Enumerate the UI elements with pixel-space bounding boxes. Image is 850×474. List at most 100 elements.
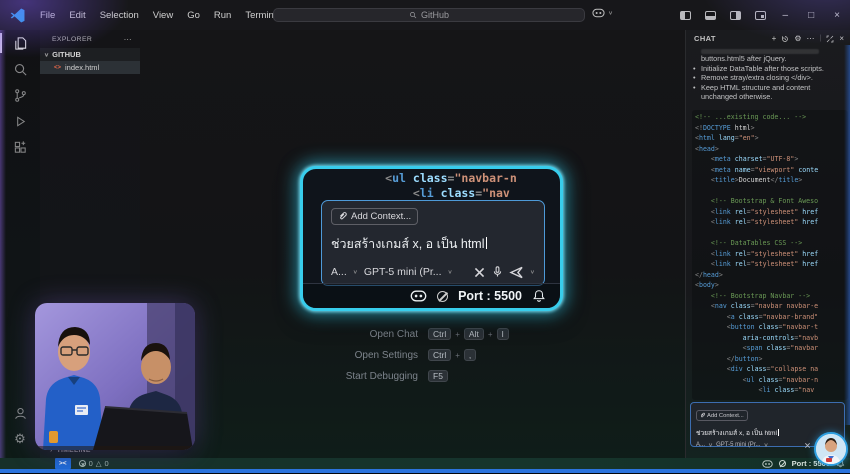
minimize-button[interactable]: – <box>773 10 799 21</box>
key-chip: Ctrl <box>428 328 451 340</box>
code-line: <meta charset="UTF-8"> <box>695 154 848 165</box>
run-debug-icon[interactable] <box>0 108 40 134</box>
magnified-code: <ul class="navbar-n <li class="nav <box>309 171 556 203</box>
search-input[interactable]: GitHub <box>273 8 585 22</box>
code-line <box>695 228 848 239</box>
code-line: <a class="navbar-brand" <box>695 312 848 323</box>
menu-file[interactable]: File <box>33 10 62 21</box>
new-chat-icon[interactable]: + <box>772 34 777 43</box>
errors-icon <box>79 460 86 467</box>
magnified-chat-input[interactable]: Add Context... ช่วยสร้างเกมส์ x, อ เป็น … <box>321 200 545 286</box>
chevron-down-icon: ∨ <box>353 269 358 275</box>
copilot-menu-button[interactable]: ∨ <box>592 8 613 18</box>
chat-message-input[interactable]: ช่วยสร้างเกมส์ x, อ เป็น html <box>331 234 535 254</box>
menu-edit[interactable]: Edit <box>62 10 92 21</box>
remote-indicator[interactable]: >< <box>55 458 71 469</box>
code-line: <span class="navbar <box>695 343 848 354</box>
text-caret <box>778 429 779 436</box>
add-context-button[interactable]: Add Context... <box>696 410 748 421</box>
extensions-icon[interactable] <box>0 134 40 160</box>
account-icon[interactable] <box>0 400 40 426</box>
chat-message-input[interactable]: ช่วยสร้างเกมส์ x, อ เป็น html <box>696 427 839 438</box>
tools-icon[interactable] <box>473 266 486 279</box>
add-context-label: Add Context... <box>351 211 411 222</box>
toggle-secondary-sidebar-icon[interactable] <box>730 11 741 20</box>
code-line: <body> <box>695 280 848 291</box>
model-picker[interactable]: GPT-5 mini (Pr... <box>364 266 442 278</box>
code-line: aria-controls="navb <box>695 333 848 344</box>
shortcut-label: Open Settings <box>290 350 418 361</box>
chevron-down-icon: ∨ <box>44 51 49 57</box>
menu-selection[interactable]: Selection <box>93 10 146 21</box>
history-icon[interactable] <box>781 35 789 43</box>
zoom-spotlight-overlay: <ul class="navbar-n <li class="nav Add C… <box>300 166 563 311</box>
file-label: index.html <box>65 63 99 72</box>
search-label: GitHub <box>421 10 449 20</box>
code-line: <ul class="navbar-n <box>695 375 848 386</box>
maximize-button[interactable]: □ <box>798 10 824 21</box>
code-line <box>695 186 848 197</box>
add-context-label: Add Context... <box>707 413 744 419</box>
mode-picker[interactable]: A... <box>696 442 705 448</box>
chat-bullet-item: buttons.html5 after jQuery. <box>693 54 846 64</box>
presenters-video <box>35 303 195 450</box>
shortcut-label: Start Debugging <box>290 371 418 382</box>
code-line: </button> <box>695 354 848 365</box>
chat-settings-gear-icon[interactable]: ⚙ <box>794 34 801 43</box>
add-context-button[interactable]: Add Context... <box>331 208 418 225</box>
key-chip: F5 <box>428 370 448 382</box>
menu-go[interactable]: Go <box>180 10 207 21</box>
open-in-editor-icon[interactable] <box>826 35 834 43</box>
code-line: <li class="nav <box>309 186 556 201</box>
titlebar: FileEditSelectionViewGoRunTerminalHelp ←… <box>0 0 850 30</box>
search-sidebar-icon[interactable] <box>0 56 40 82</box>
plus-separator: + <box>455 351 460 360</box>
mic-icon[interactable] <box>492 265 503 279</box>
mode-picker[interactable]: A... <box>331 266 347 278</box>
file-index-html[interactable]: <> index.html <box>40 61 140 74</box>
text-caret <box>486 237 487 250</box>
explorer-title: EXPLORER <box>52 36 92 43</box>
folder-github[interactable]: ∨ GITHUB <box>40 48 140 61</box>
copilot-status-icon <box>410 290 427 302</box>
customize-layout-icon[interactable] <box>755 11 766 20</box>
settings-gear-icon[interactable]: ⚙ <box>0 426 40 452</box>
explorer-icon[interactable] <box>0 30 40 56</box>
presenter-avatar <box>814 432 848 466</box>
code-line: <button class="navbar-t <box>695 322 848 333</box>
toggle-sidebar-icon[interactable] <box>680 11 691 20</box>
source-control-icon[interactable] <box>0 82 40 108</box>
key-chip: Alt <box>464 328 484 340</box>
chat-panel-title: CHAT <box>694 34 772 43</box>
copilot-status-icon[interactable] <box>762 460 773 468</box>
code-line: <!-- ...existing code... --> <box>695 112 848 123</box>
code-line: <html lang="en"> <box>695 133 848 144</box>
vscode-logo-icon <box>10 8 25 23</box>
toggle-panel-icon[interactable] <box>705 11 716 20</box>
more-actions-icon[interactable]: ⋯ <box>807 34 815 43</box>
chat-bullet-item: •Keep HTML structure and content unchang… <box>693 83 846 102</box>
code-line: <!-- Bootstrap Navbar --> <box>695 291 848 302</box>
code-line: <head> <box>695 144 848 155</box>
search-icon <box>409 11 417 19</box>
model-picker[interactable]: GPT-5 mini (Pr... <box>716 442 760 448</box>
menu-run[interactable]: Run <box>207 10 238 21</box>
watermark-shortcut: Start Debugging F5 <box>290 370 560 382</box>
status-bar: >< 0 △ 0 Port : 5500 <box>0 458 850 469</box>
menu-view[interactable]: View <box>146 10 180 21</box>
code-line: <title>Document</title> <box>695 175 848 186</box>
tools-icon[interactable] <box>804 442 811 449</box>
code-line: <link rel="stylesheet" href <box>695 259 848 270</box>
live-server-port: Port : 5500 <box>458 289 522 303</box>
problems-indicator[interactable]: 0 △ 0 <box>79 459 109 468</box>
close-panel-icon[interactable]: × <box>839 34 844 43</box>
chevron-down-icon: ∨ <box>708 442 713 448</box>
close-button[interactable]: × <box>824 10 850 21</box>
explorer-actions-icon[interactable]: ⋯ <box>124 35 132 44</box>
chevron-down-icon: ∨ <box>448 269 453 275</box>
error-count: 0 <box>89 459 93 468</box>
key-chip: , <box>464 349 476 361</box>
chat-bullet-item: •Remove stray/extra closing </div>. <box>693 73 846 83</box>
send-icon[interactable] <box>509 266 524 279</box>
code-line: <meta name="viewport" conte <box>695 165 848 176</box>
